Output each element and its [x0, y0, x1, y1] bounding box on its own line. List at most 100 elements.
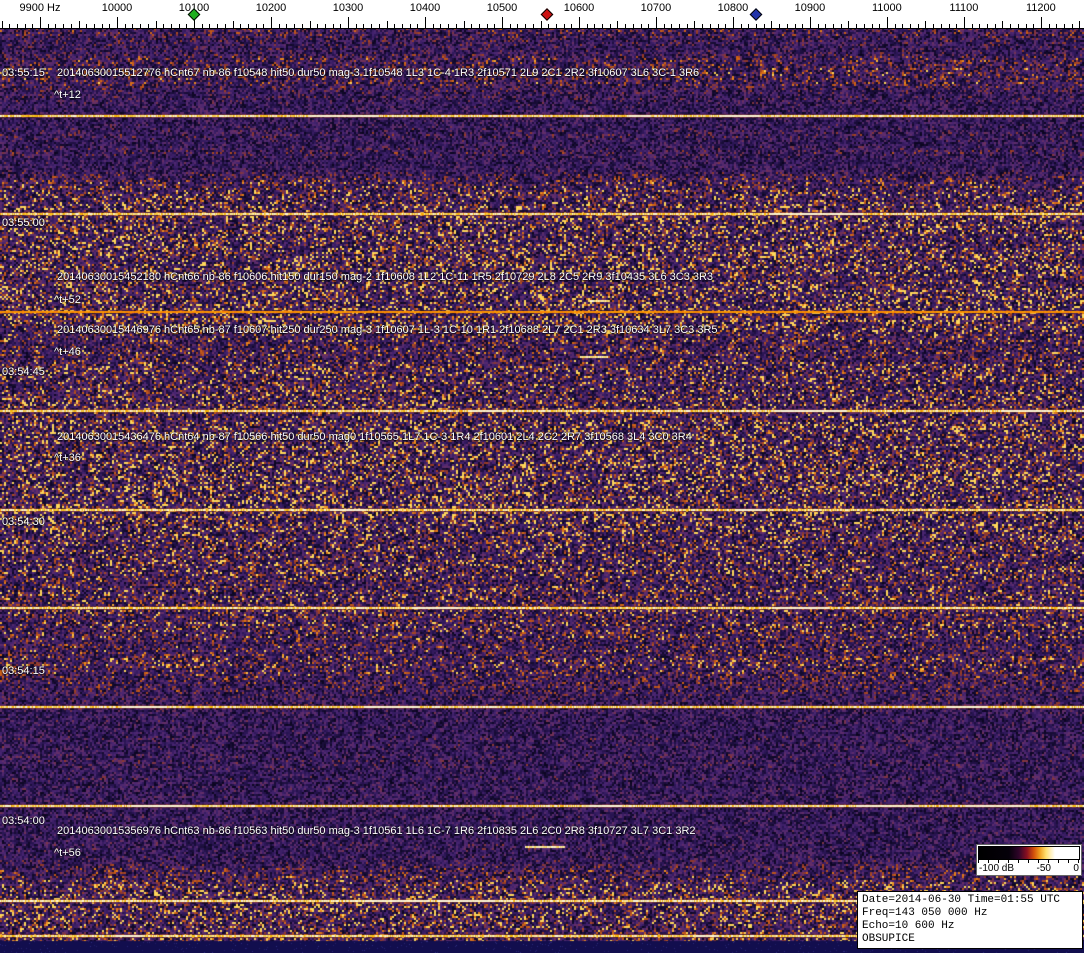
freq-tick — [471, 24, 473, 28]
freq-tick-major — [271, 17, 272, 28]
freq-tick-major — [1040, 17, 1042, 28]
freq-tick — [224, 24, 226, 28]
freq-tick-major — [655, 17, 657, 28]
freq-tick — [709, 24, 711, 28]
freq-tick — [902, 24, 904, 28]
freq-tick — [86, 24, 88, 28]
info-date-time: Date=2014-06-30 Time=01:55 UTC — [862, 894, 1061, 906]
freq-tick — [1010, 24, 1012, 28]
freq-tick — [1033, 24, 1035, 28]
freq-tick — [756, 24, 757, 28]
freq-tick — [1064, 24, 1065, 28]
freq-tick — [209, 24, 211, 28]
db-label-max: 0 — [1073, 863, 1079, 874]
freq-tick — [540, 21, 542, 28]
freq-tick — [263, 24, 265, 28]
freq-tick — [432, 24, 434, 28]
freq-tick — [571, 24, 573, 28]
freq-tick — [763, 24, 765, 28]
freq-tick — [109, 24, 111, 28]
freq-tick — [987, 24, 988, 28]
freq-tick — [286, 24, 288, 28]
freq-tick — [332, 24, 334, 28]
freq-tick — [632, 24, 634, 28]
freq-tick — [463, 21, 465, 28]
db-label-min: -100 dB — [979, 863, 1015, 874]
freq-tick — [555, 24, 557, 28]
freq-tick — [648, 24, 650, 28]
freq-tick — [1, 21, 3, 28]
freq-tick-major — [425, 17, 426, 28]
freq-tick — [455, 24, 457, 28]
frequency-ruler: 9900 Hz100001010010200103001040010500106… — [0, 0, 1084, 29]
freq-tick-major — [117, 17, 118, 28]
freq-tick — [448, 24, 450, 28]
freq-tick — [663, 24, 665, 28]
freq-tick — [856, 24, 858, 28]
freq-tick — [201, 24, 203, 28]
freq-tick — [1056, 24, 1058, 28]
freq-tick — [32, 24, 34, 28]
freq-tick-major — [502, 17, 503, 28]
freq-tick — [532, 24, 534, 28]
freq-tick — [617, 21, 619, 28]
freq-tick-label: 11200 — [1026, 2, 1056, 14]
freq-tick — [24, 24, 26, 28]
freq-tick — [933, 24, 935, 28]
freq-tick — [101, 24, 103, 28]
freq-tick — [740, 24, 742, 28]
red-freq-marker[interactable] — [540, 8, 553, 21]
freq-tick — [301, 24, 303, 28]
freq-tick — [70, 24, 72, 28]
freq-tick — [625, 24, 627, 28]
freq-tick — [748, 24, 750, 28]
freq-tick — [186, 24, 188, 28]
freq-tick — [586, 24, 588, 28]
freq-tick — [794, 24, 796, 28]
spectrogram-waterfall — [0, 28, 1084, 953]
freq-tick — [63, 24, 65, 28]
freq-tick-label: 10000 — [101, 2, 133, 14]
freq-tick — [178, 24, 180, 28]
meteor-echo-spectrogram-window: 9900 Hz100001010010200103001040010500106… — [0, 0, 1084, 953]
freq-tick — [355, 24, 357, 28]
freq-tick — [694, 21, 696, 28]
info-echo-freq: Echo=10 600 Hz — [862, 920, 955, 932]
freq-tick — [1002, 21, 1004, 28]
freq-tick — [863, 24, 865, 28]
freq-tick-major — [732, 17, 734, 28]
freq-tick-major — [579, 17, 580, 28]
freq-tick — [833, 24, 834, 28]
freq-tick — [910, 24, 911, 28]
freq-tick — [509, 24, 511, 28]
freq-tick-label: 10700 — [640, 2, 672, 14]
freq-tick — [55, 24, 57, 28]
freq-tick — [679, 24, 680, 28]
freq-tick-major — [348, 17, 349, 28]
freq-tick — [671, 24, 673, 28]
freq-tick — [140, 24, 142, 28]
info-frequency: Freq=143 050 000 Hz — [862, 907, 988, 919]
freq-tick — [147, 24, 149, 28]
freq-tick — [78, 21, 80, 28]
freq-tick — [155, 21, 157, 28]
freq-tick — [1048, 24, 1050, 28]
freq-tick — [640, 24, 642, 28]
freq-tick — [971, 24, 973, 28]
freq-tick — [409, 24, 411, 28]
freq-tick — [1071, 24, 1073, 28]
freq-tick — [124, 24, 126, 28]
freq-tick — [602, 24, 604, 28]
freq-tick — [417, 24, 419, 28]
freq-tick — [1079, 21, 1081, 28]
freq-tick — [47, 24, 49, 28]
observation-info-box: Date=2014-06-30 Time=01:55 UTC Freq=143 … — [857, 891, 1083, 949]
freq-tick — [894, 24, 896, 28]
freq-tick — [486, 24, 488, 28]
blue-freq-marker[interactable] — [749, 8, 763, 21]
freq-tick — [825, 24, 827, 28]
freq-tick — [93, 24, 95, 28]
freq-tick — [371, 24, 373, 28]
freq-tick — [16, 24, 18, 28]
freq-tick — [386, 21, 388, 28]
